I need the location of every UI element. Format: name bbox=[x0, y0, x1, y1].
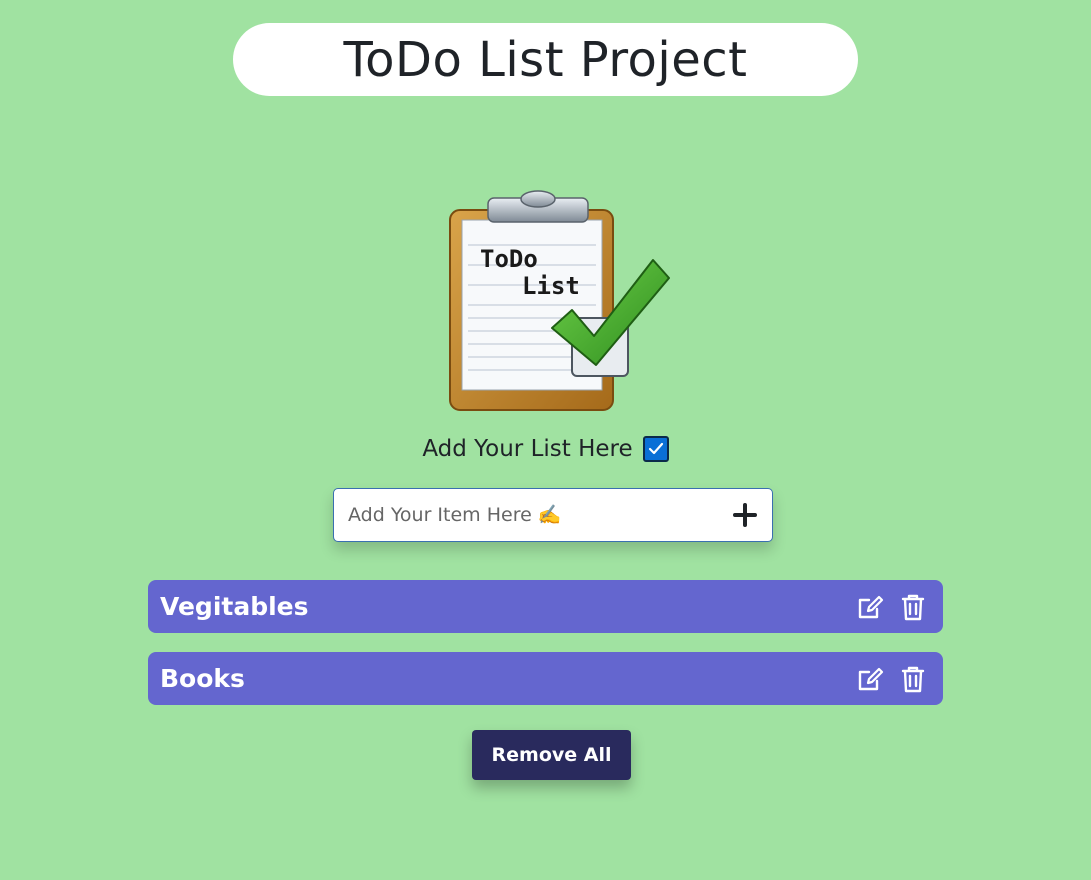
remove-all-button[interactable]: Remove All bbox=[472, 730, 631, 780]
page-title: ToDo List Project bbox=[343, 31, 748, 88]
list-item: Vegitables bbox=[148, 580, 943, 633]
list-item-label: Vegitables bbox=[160, 592, 309, 621]
trash-icon[interactable] bbox=[901, 594, 925, 621]
plus-icon[interactable] bbox=[732, 502, 758, 528]
todo-clipboard-icon: ToDo List bbox=[449, 190, 670, 411]
edit-icon[interactable] bbox=[857, 666, 885, 693]
subtitle-text: Add Your List Here bbox=[422, 436, 633, 462]
subtitle: Add Your List Here bbox=[0, 436, 1091, 462]
title-banner: ToDo List Project bbox=[233, 23, 858, 96]
list-item: Books bbox=[148, 652, 943, 705]
add-item-form bbox=[333, 488, 773, 542]
svg-text:List: List bbox=[522, 272, 580, 300]
add-item-input[interactable] bbox=[334, 489, 708, 541]
svg-text:ToDo: ToDo bbox=[480, 245, 538, 273]
trash-icon[interactable] bbox=[901, 666, 925, 693]
list-item-label: Books bbox=[160, 664, 245, 693]
checkbox-checked-icon bbox=[642, 436, 669, 462]
edit-icon[interactable] bbox=[857, 594, 885, 621]
